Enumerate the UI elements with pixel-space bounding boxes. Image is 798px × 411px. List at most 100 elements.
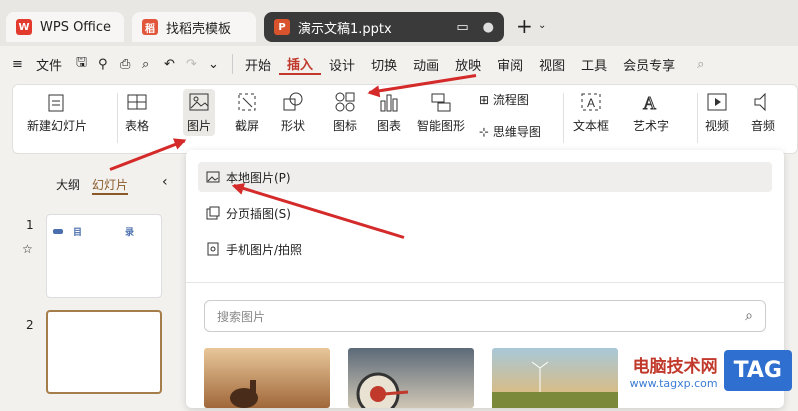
more-chevron-icon[interactable]: ⌄ [208, 57, 232, 72]
tab-label: 演示文稿1.pptx [298, 21, 392, 37]
save-icon[interactable]: 🖫 [76, 53, 98, 75]
phone-picture-label: 手机图片/拍照 [226, 242, 303, 257]
divider [186, 282, 784, 283]
wps-logo-icon: W [16, 19, 32, 35]
video-icon [707, 93, 727, 111]
menu-animation[interactable]: 动画 [405, 55, 447, 74]
shape-icon [283, 92, 303, 111]
search-icon[interactable]: ⌕ [745, 308, 753, 324]
flowchart-label: 流程图 [492, 93, 529, 107]
textbox-button[interactable]: A 文本框 [573, 91, 609, 134]
textbox-label: 文本框 [573, 119, 610, 133]
svg-text:A: A [587, 96, 595, 110]
image-thumbnail-horse[interactable] [204, 348, 330, 408]
audio-button[interactable]: 音频 [751, 91, 775, 134]
slide-title-right: 录 [125, 228, 135, 238]
slide-thumbnail-1[interactable]: 目 录 [46, 214, 162, 298]
icon-button[interactable]: 图标 [333, 91, 357, 134]
menu-insert[interactable]: 插入 [279, 54, 322, 75]
tab-wps-office[interactable]: W WPS Office [6, 12, 124, 42]
phone-picture-item[interactable]: 手机图片/拍照 [198, 234, 772, 264]
scissors-icon [238, 93, 256, 111]
watermark-url: www.tagxp.com [629, 376, 718, 390]
menu-file[interactable]: 文件 [28, 55, 70, 74]
tab-label: 找稻壳模板 [166, 21, 232, 37]
menu-view[interactable]: 视图 [531, 55, 573, 74]
hamburger-icon[interactable]: ≡ [12, 57, 28, 72]
new-tab-icon[interactable]: + [516, 14, 533, 38]
chart-button[interactable]: 图表 [377, 91, 401, 134]
print-preview-icon[interactable]: ⌕ [142, 57, 164, 72]
slides-tab[interactable]: 幻灯片 [92, 176, 129, 195]
chart-label: 图表 [377, 119, 402, 133]
monitor-icon[interactable]: ▭ [456, 20, 468, 35]
slide-title-left: 目 [73, 228, 83, 238]
slide-panel: 大纲 幻灯片 ‹ 1 ☆ 目 录 2 [0, 160, 182, 408]
picture-search-box[interactable]: 搜索图片 ⌕ [204, 300, 766, 332]
menu-review[interactable]: 审阅 [489, 55, 531, 74]
phone-image-icon [207, 242, 219, 256]
new-slide-icon [48, 94, 64, 112]
smartart-button[interactable]: 智能图形 [417, 91, 465, 134]
table-label: 表格 [125, 119, 150, 133]
watermark-site: 电脑技术网 [632, 356, 718, 377]
wordart-icon: A [643, 93, 657, 114]
outline-tab[interactable]: 大纲 [56, 176, 80, 193]
menu-bar: ≡ 文件 🖫 ⚲ ⎙ ⌕ ↶ ↷ ⌄ 开始 插入 设计 切换 动画 放映 审阅 … [0, 48, 798, 80]
redo-icon[interactable]: ↷ [186, 57, 208, 72]
wordart-label: 艺术字 [633, 119, 670, 133]
picture-button[interactable]: 图片 [183, 89, 216, 136]
wordart-button[interactable]: A 艺术字 [633, 91, 669, 134]
pages-icon [206, 206, 220, 220]
new-slide-button[interactable]: 新建幻灯片 [27, 91, 87, 134]
undo-icon[interactable]: ↶ [164, 57, 186, 72]
menu-start[interactable]: 开始 [237, 55, 279, 74]
table-button[interactable]: 表格 [125, 91, 149, 134]
chevron-down-icon[interactable]: ⌄ [538, 20, 546, 31]
share-icon[interactable]: ⚲ [98, 57, 120, 72]
slide-number: 1 [26, 218, 34, 232]
picture-icon [189, 93, 209, 111]
mindmap-icon: ⊹ [479, 125, 493, 139]
image-thumbnail-target[interactable] [348, 348, 474, 411]
star-icon[interactable]: ☆ [22, 242, 33, 256]
shape-button[interactable]: 形状 [281, 91, 305, 134]
divider [117, 93, 118, 143]
slide-thumbnail-2[interactable] [46, 310, 162, 394]
local-picture-item[interactable]: 本地图片(P) [198, 162, 772, 192]
watermark-badge: TAG [723, 350, 792, 391]
page-illustration-label: 分页插图(S) [226, 206, 291, 221]
menu-member[interactable]: 会员专享 [615, 55, 683, 74]
ribbon: 新建幻灯片 表格 图片 截屏 形状 图标 图表 智能图形 ⊞ 流程图 ⊹ 思维导… [12, 84, 798, 154]
textbox-icon: A [581, 93, 601, 111]
smartart-icon [431, 93, 451, 112]
screenshot-button[interactable]: 截屏 [235, 91, 259, 134]
search-icon[interactable]: ⌕ [697, 57, 704, 72]
menu-transition[interactable]: 切换 [363, 55, 405, 74]
image-thumbnail-windmill[interactable] [492, 348, 618, 408]
shape-label: 形状 [281, 119, 306, 133]
horse-icon [230, 380, 258, 408]
divider [697, 93, 698, 143]
title-marker [53, 229, 63, 234]
mindmap-button[interactable]: ⊹ 思维导图 [479, 123, 541, 140]
menu-slideshow[interactable]: 放映 [447, 55, 489, 74]
new-slide-label: 新建幻灯片 [27, 119, 88, 133]
menu-tools[interactable]: 工具 [573, 55, 615, 74]
template-logo-icon: 稻 [142, 19, 158, 35]
svg-text:A: A [643, 93, 656, 113]
menu-design[interactable]: 设计 [321, 55, 363, 74]
video-button[interactable]: 视频 [705, 91, 729, 134]
collapse-icon[interactable]: ‹ [162, 174, 168, 190]
tab-presentation[interactable]: P 演示文稿1.pptx ▭ ● [264, 12, 504, 42]
tab-bar: W WPS Office 稻 找稻壳模板 P 演示文稿1.pptx ▭ ● + … [0, 0, 798, 46]
unsaved-dot-icon: ● [482, 19, 494, 35]
print-icon[interactable]: ⎙ [120, 57, 142, 72]
image-icon [206, 171, 220, 183]
screenshot-label: 截屏 [235, 119, 260, 133]
icon-gallery-icon [335, 92, 355, 112]
speaker-icon [754, 92, 766, 112]
tab-template[interactable]: 稻 找稻壳模板 [132, 12, 256, 42]
flowchart-button[interactable]: ⊞ 流程图 [479, 91, 529, 108]
watermark: 电脑技术网 www.tagxp.com TAG [630, 350, 792, 391]
